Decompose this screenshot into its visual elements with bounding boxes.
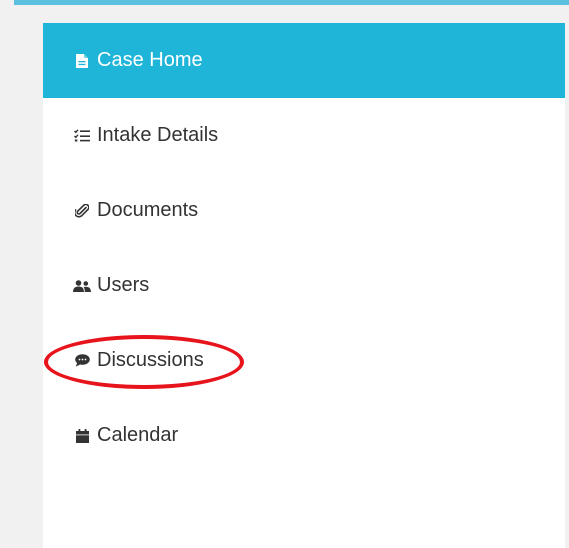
case-sidebar-nav: Case Home Intake Details Documents Users… [43,23,565,548]
nav-item-label: Users [97,274,150,296]
nav-item-label: Intake Details [97,124,219,146]
checklist-icon [72,126,92,146]
nav-item-intake-details[interactable]: Intake Details [43,98,565,173]
calendar-icon [72,426,92,446]
nav-item-case-home[interactable]: Case Home [43,23,565,98]
nav-item-calendar[interactable]: Calendar [43,398,565,473]
nav-item-label: Calendar [97,424,179,446]
nav-item-discussions[interactable]: Discussions [43,323,565,398]
chat-bubble-icon [72,351,92,371]
top-accent-line [14,0,569,5]
nav-item-label: Case Home [97,49,203,71]
nav-item-documents[interactable]: Documents [43,173,565,248]
paperclip-icon [72,201,92,221]
nav-item-label: Documents [97,199,199,221]
nav-item-label: Discussions [97,349,204,371]
users-icon [72,276,92,296]
document-icon [72,51,92,71]
nav-item-users[interactable]: Users [43,248,565,323]
